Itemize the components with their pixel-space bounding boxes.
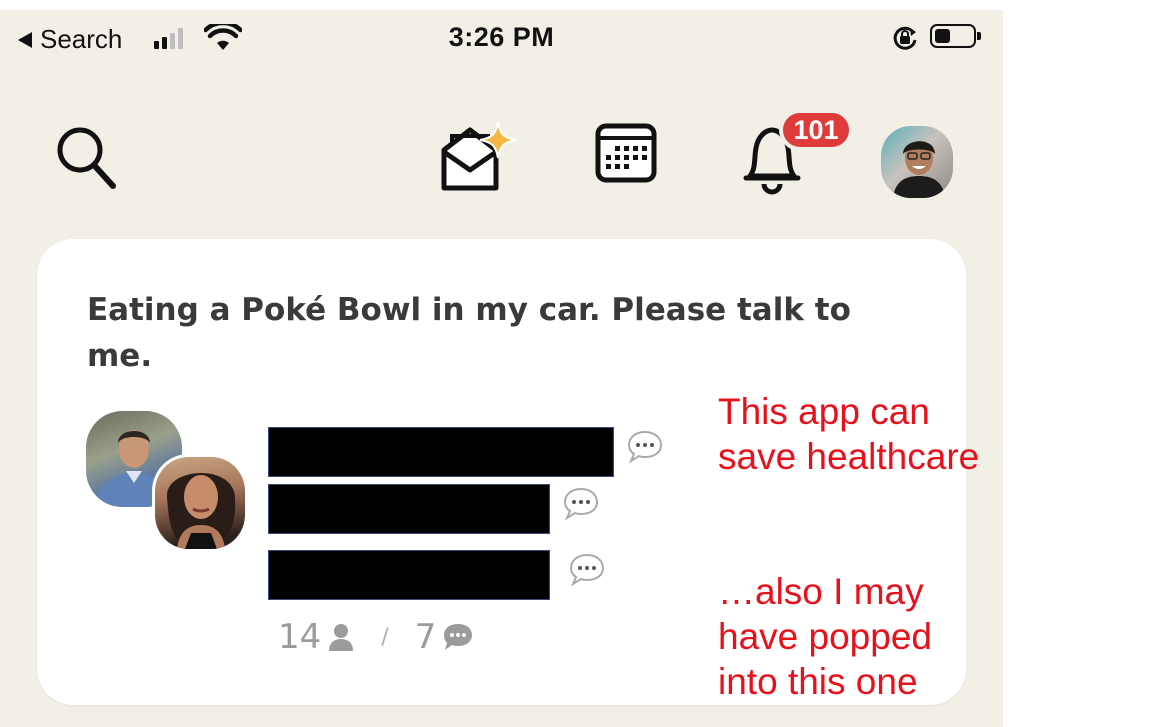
stats-divider: / — [381, 624, 389, 650]
speaker-count: 7 — [414, 617, 437, 657]
annotation-line: …also I may — [718, 571, 924, 612]
annotation-popped-in: …also I may have popped into this one — [718, 569, 932, 704]
speaker-row[interactable] — [268, 484, 600, 534]
profile-photo — [893, 141, 945, 198]
chat-bubble-icon — [569, 553, 605, 587]
annotation-line: save healthcare — [718, 436, 980, 477]
speaker-avatar-2[interactable] — [152, 454, 248, 552]
chat-bubble-icon — [563, 487, 599, 521]
redacted-speaker-name — [268, 484, 550, 534]
room-title: Eating a Poké Bowl in my car. Please tal… — [87, 292, 851, 374]
status-time: 3:26 PM — [448, 22, 555, 52]
status-bar: Search 3:26 PM — [0, 10, 1003, 66]
annotation-line: into this one — [718, 661, 918, 702]
speaker-row[interactable] — [268, 550, 606, 600]
profile-avatar[interactable] — [881, 126, 953, 198]
person-icon — [329, 624, 354, 651]
chat-count-icon — [444, 624, 473, 650]
chat-bubble-icon — [627, 430, 663, 464]
calendar-icon[interactable] — [594, 122, 658, 186]
orientation-lock-icon — [893, 26, 917, 50]
annotation-line: have popped — [718, 616, 932, 657]
redacted-speaker-name — [268, 427, 614, 477]
annotation-line: This app can — [718, 391, 930, 432]
notification-badge[interactable]: 101 — [779, 109, 853, 151]
room-stats: 14 / 7 — [278, 617, 474, 657]
annotation-healthcare: This app can save healthcare — [718, 389, 979, 479]
search-icon[interactable] — [56, 126, 120, 194]
battery-icon — [930, 24, 981, 48]
listener-count: 14 — [278, 617, 322, 657]
speaker-photo-2 — [166, 472, 236, 549]
speaker-row[interactable] — [268, 427, 664, 477]
redacted-speaker-name — [268, 550, 550, 600]
invite-icon[interactable] — [438, 114, 522, 194]
